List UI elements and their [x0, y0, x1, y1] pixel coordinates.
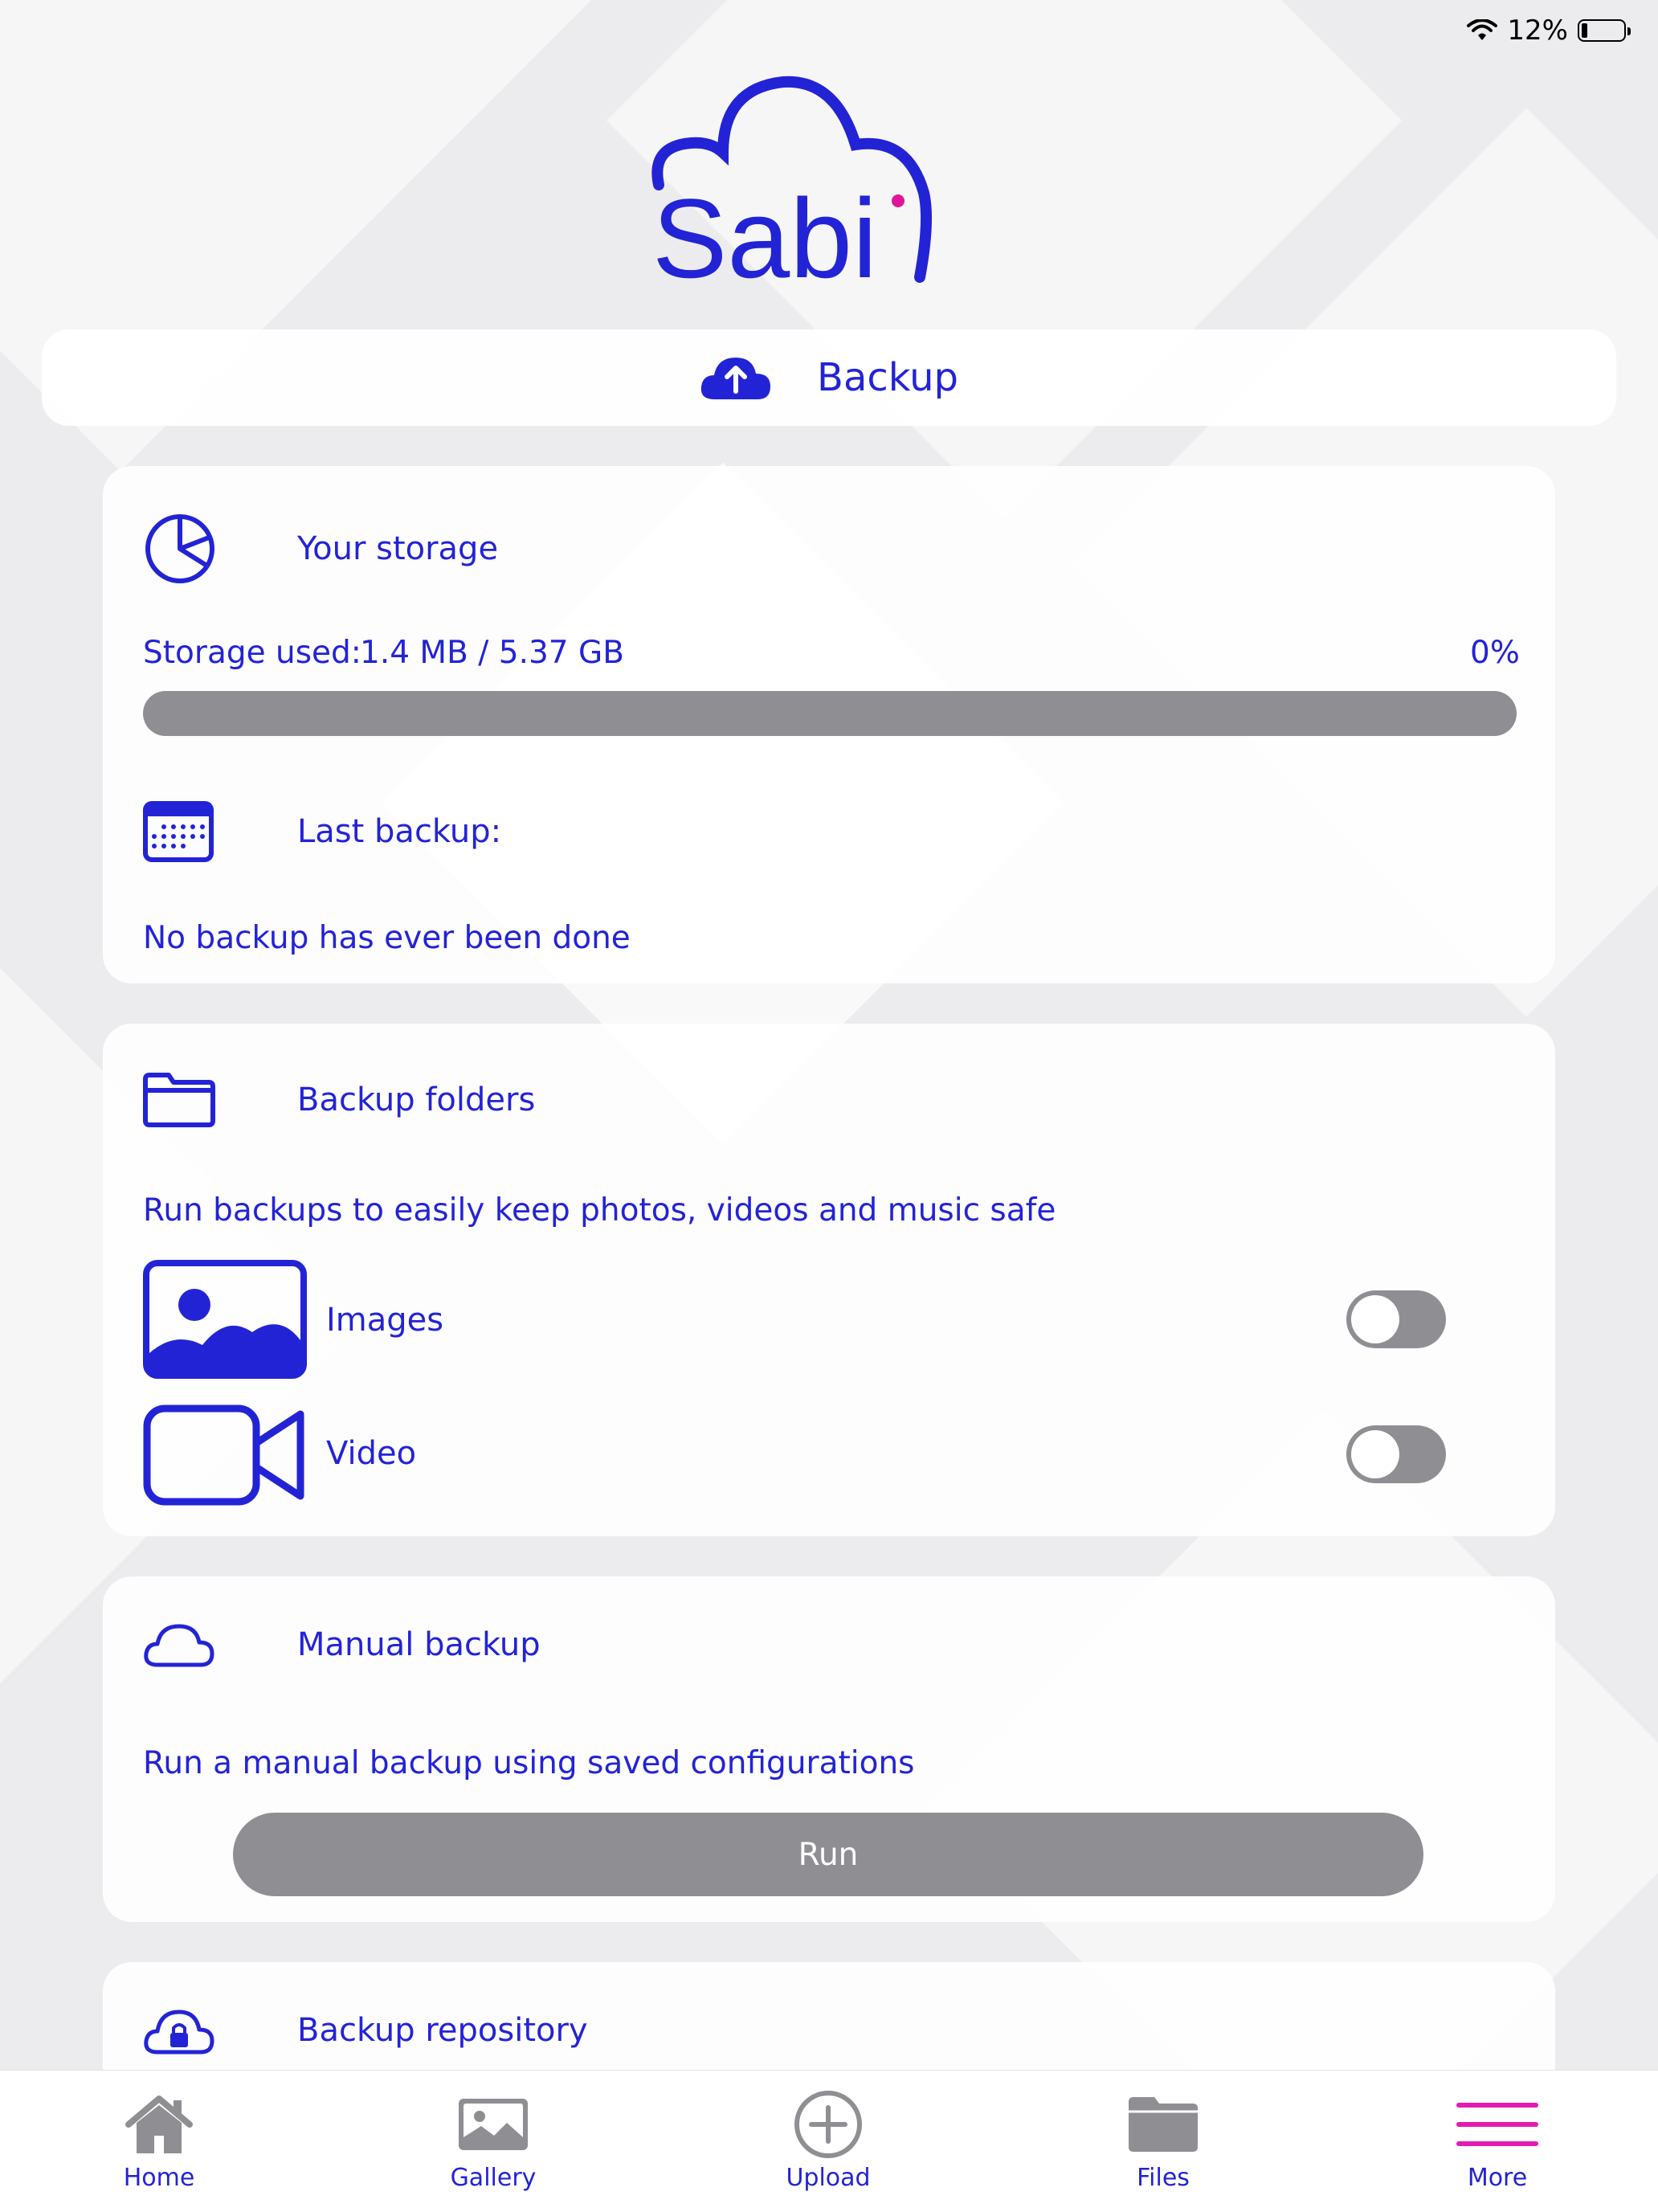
folder-row-images: Images [143, 1260, 1509, 1380]
backup-folders-card: Backup folders Run backups to easily kee… [103, 1024, 1555, 1536]
battery-percent: 12% [1507, 14, 1568, 47]
wifi-icon [1467, 19, 1498, 40]
status-bar: 12% [1467, 14, 1631, 47]
folder-icon [1129, 2097, 1198, 2152]
tab-home[interactable]: Home [63, 2071, 255, 2212]
storage-percent: 0% [1470, 635, 1520, 671]
backup-repository-header: Backup repository [143, 1994, 588, 2067]
video-toggle[interactable] [1346, 1425, 1446, 1483]
manual-backup-description: Run a manual backup using saved configur… [143, 1745, 915, 1781]
upload-icon [794, 2091, 862, 2158]
backup-folders-title: Backup folders [297, 1081, 536, 1118]
cloud-icon [144, 1624, 214, 1667]
tab-more[interactable]: More [1401, 2071, 1594, 2212]
storage-title: Your storage [297, 530, 499, 567]
last-backup-message: No backup has ever been done [143, 920, 631, 956]
sabi-logo-icon: Sabi [651, 76, 933, 301]
backup-repository-title: Backup repository [297, 2012, 588, 2049]
pie-chart-icon [145, 514, 214, 583]
video-camera-icon [143, 1404, 304, 1506]
gallery-icon [459, 2099, 528, 2150]
folder-row-video: Video [143, 1404, 1509, 1509]
tab-gallery[interactable]: Gallery [397, 2071, 590, 2212]
calendar-icon [143, 801, 214, 862]
logo-text: Sabi [652, 175, 877, 289]
folder-icon [143, 1073, 215, 1127]
menu-icon [1456, 2103, 1538, 2146]
home-icon [125, 2095, 193, 2153]
manual-backup-card: Manual backup Run a manual backup using … [103, 1576, 1555, 1922]
folder-label-images: Images [326, 1302, 444, 1339]
page-header: Backup [42, 329, 1616, 426]
image-icon [143, 1260, 307, 1379]
storage-used-value: 1.4 MB / 5.37 GB [360, 635, 624, 671]
tab-more-label: More [1467, 2164, 1528, 2192]
storage-card: Your storage Storage used: 1.4 MB / 5.37… [103, 466, 1555, 983]
app-logo: Sabi [643, 72, 1012, 301]
tab-upload-label: Upload [786, 2164, 871, 2192]
battery-icon [1578, 19, 1631, 42]
run-button[interactable]: Run [233, 1813, 1423, 1896]
tab-home-label: Home [123, 2164, 195, 2192]
folder-label-video: Video [326, 1435, 417, 1472]
manual-backup-header: Manual backup [143, 1609, 541, 1681]
tab-files-label: Files [1137, 2164, 1190, 2192]
storage-header: Your storage [143, 513, 498, 585]
storage-used-label: Storage used: [143, 635, 361, 671]
backup-folders-description: Run backups to easily keep photos, video… [143, 1192, 1056, 1229]
tab-bar: Home Gallery Upload Files More [0, 2070, 1658, 2212]
storage-progress-bar [143, 691, 1517, 736]
tab-gallery-label: Gallery [450, 2164, 537, 2192]
cloud-upload-icon [700, 358, 771, 399]
page-title: Backup [817, 355, 958, 400]
images-toggle[interactable] [1346, 1290, 1446, 1348]
last-backup-title: Last backup: [297, 813, 502, 850]
cloud-lock-icon [144, 2010, 214, 2055]
manual-backup-title: Manual backup [297, 1626, 541, 1663]
backup-folders-header: Backup folders [143, 1064, 535, 1136]
last-backup-header: Last backup: [143, 795, 501, 868]
tab-files[interactable]: Files [1067, 2071, 1260, 2212]
tab-upload[interactable]: Upload [732, 2071, 925, 2212]
